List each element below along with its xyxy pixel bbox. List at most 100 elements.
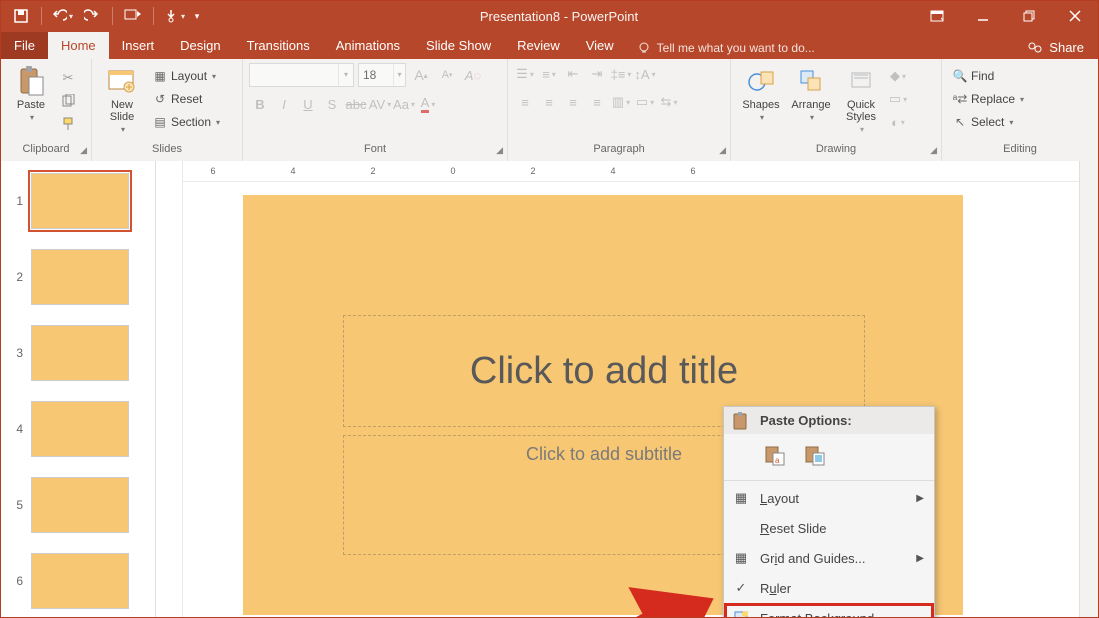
undo-icon[interactable]: ▾: [48, 1, 76, 31]
paste-options-row: a: [724, 434, 934, 478]
align-center-icon[interactable]: ≡: [538, 91, 560, 113]
section-button[interactable]: ▤Section▾: [148, 111, 224, 133]
tab-slide-show[interactable]: Slide Show: [413, 32, 504, 59]
paste-button[interactable]: Paste ▾: [7, 63, 55, 124]
context-grid-and-guides[interactable]: ▦ Grid and Guides... ▶: [724, 543, 934, 573]
restore-icon[interactable]: [1006, 1, 1052, 31]
context-format-background[interactable]: Format Background...: [724, 603, 934, 617]
quick-access-toolbar: ▾ ▾ ▾: [1, 1, 204, 31]
copy-icon[interactable]: [57, 90, 79, 112]
clear-formatting-icon[interactable]: A◌: [462, 64, 484, 86]
paste-use-destination-theme-icon[interactable]: a: [760, 440, 790, 470]
smartart-icon[interactable]: ⇆▾: [658, 91, 680, 113]
chevron-down-icon[interactable]: ▾: [338, 64, 353, 86]
slide-thumbnail-pane[interactable]: 1 2 3 4 5 6: [1, 161, 156, 617]
font-size-input[interactable]: [359, 65, 393, 85]
justify-icon[interactable]: ≡: [586, 91, 608, 113]
thumbnail-slide-6[interactable]: 6: [1, 551, 155, 617]
check-icon: ✓: [732, 579, 750, 597]
paragraph-dialog-launcher-icon[interactable]: ◢: [719, 145, 726, 156]
touch-mouse-mode-icon[interactable]: ▾: [160, 1, 188, 31]
tab-view[interactable]: View: [573, 32, 627, 59]
tab-design[interactable]: Design: [167, 32, 233, 59]
shapes-button[interactable]: Shapes▾: [737, 63, 785, 124]
strikethrough-icon[interactable]: abc: [345, 93, 367, 115]
arrange-button[interactable]: Arrange▾: [787, 63, 835, 124]
thumbnail-slide-4[interactable]: 4: [1, 399, 155, 475]
tab-insert[interactable]: Insert: [109, 32, 168, 59]
change-case-icon[interactable]: Aa▾: [393, 93, 415, 115]
group-paragraph: ☰▾ ≡▾ ⇤ ⇥ ‡≡▾ ↕A▾ ≡ ≡ ≡ ≡ ▥▾ ▭▾ ⇆▾ Parag: [508, 59, 731, 161]
bold-icon[interactable]: B: [249, 93, 271, 115]
slide-canvas-area[interactable]: 6420246 Click to add title Click to add …: [183, 161, 1079, 617]
bullets-icon[interactable]: ☰▾: [514, 63, 536, 85]
layout-button[interactable]: ▦Layout▾: [148, 65, 224, 87]
group-drawing: Shapes▾ Arrange▾ Quick Styles▾ ◆▾ ▭▾ ◐▾ …: [731, 59, 942, 161]
context-ruler[interactable]: ✓ Ruler: [724, 573, 934, 603]
thumbnail-slide-1[interactable]: 1: [1, 171, 155, 247]
replace-button[interactable]: ᵃ⇄Replace▾: [948, 88, 1028, 110]
char-spacing-icon[interactable]: AV▾: [369, 93, 391, 115]
submenu-arrow-icon: ▶: [916, 553, 924, 564]
minimize-icon[interactable]: [960, 1, 1006, 31]
tell-me-search[interactable]: Tell me what you want to do...: [627, 41, 1018, 59]
decrease-font-icon[interactable]: A▾: [436, 64, 458, 86]
underline-icon[interactable]: U: [297, 93, 319, 115]
line-spacing-icon[interactable]: ‡≡▾: [610, 63, 632, 85]
share-button[interactable]: Share: [1017, 40, 1098, 59]
decrease-indent-icon[interactable]: ⇤: [562, 63, 584, 85]
format-painter-icon[interactable]: [57, 113, 79, 135]
increase-font-icon[interactable]: A▴: [410, 64, 432, 86]
paste-picture-icon[interactable]: [800, 440, 830, 470]
ribbon: Paste ▾ ✂ Clipboard◢ New Slide ▾: [1, 59, 1098, 162]
tab-home[interactable]: Home: [48, 32, 109, 59]
shape-outline-icon[interactable]: ▭▾: [887, 88, 909, 110]
context-menu: Paste Options: a ▦ Layout ▶ Reset Slide …: [723, 406, 935, 617]
select-button[interactable]: ↖Select▾: [948, 111, 1028, 133]
clipboard-icon: [732, 411, 752, 431]
italic-icon[interactable]: I: [273, 93, 295, 115]
font-color-icon[interactable]: A▾: [417, 93, 439, 115]
cut-icon[interactable]: ✂: [57, 67, 79, 89]
align-right-icon[interactable]: ≡: [562, 91, 584, 113]
thumbnail-slide-5[interactable]: 5: [1, 475, 155, 551]
tab-animations[interactable]: Animations: [323, 32, 413, 59]
columns-icon[interactable]: ▥▾: [610, 91, 632, 113]
reset-button[interactable]: ↺Reset: [148, 88, 224, 110]
drawing-dialog-launcher-icon[interactable]: ◢: [930, 145, 937, 156]
thumbnail-slide-2[interactable]: 2: [1, 247, 155, 323]
tab-file[interactable]: File: [1, 32, 48, 59]
close-icon[interactable]: [1052, 1, 1098, 31]
increase-indent-icon[interactable]: ⇥: [586, 63, 608, 85]
shadow-icon[interactable]: S: [321, 93, 343, 115]
tab-transitions[interactable]: Transitions: [234, 32, 323, 59]
align-left-icon[interactable]: ≡: [514, 91, 536, 113]
chevron-down-icon[interactable]: ▾: [393, 64, 405, 86]
new-slide-button[interactable]: New Slide ▾: [98, 63, 146, 136]
font-family-input[interactable]: [250, 65, 338, 85]
clipboard-dialog-launcher-icon[interactable]: ◢: [80, 145, 87, 156]
save-icon[interactable]: [7, 1, 35, 31]
start-from-beginning-icon[interactable]: [119, 1, 147, 31]
text-direction-icon[interactable]: ↕A▾: [634, 63, 656, 85]
qat-customize-icon[interactable]: ▾: [190, 1, 204, 31]
shape-fill-icon[interactable]: ◆▾: [887, 65, 909, 87]
font-size-combo[interactable]: ▾: [358, 63, 406, 87]
thumbnail-slide-3[interactable]: 3: [1, 323, 155, 399]
numbering-icon[interactable]: ≡▾: [538, 63, 560, 85]
context-layout[interactable]: ▦ Layout ▶: [724, 483, 934, 513]
tab-review[interactable]: Review: [504, 32, 573, 59]
vertical-scrollbar[interactable]: [1079, 161, 1098, 617]
ribbon-tabs: File Home Insert Design Transitions Anim…: [1, 31, 1098, 59]
font-dialog-launcher-icon[interactable]: ◢: [496, 145, 503, 156]
ribbon-display-options-icon[interactable]: [914, 1, 960, 31]
context-menu-header: Paste Options:: [724, 407, 934, 434]
find-button[interactable]: 🔍Find: [948, 65, 1028, 87]
redo-icon[interactable]: [78, 1, 106, 31]
font-family-combo[interactable]: ▾: [249, 63, 354, 87]
align-text-icon[interactable]: ▭▾: [634, 91, 656, 113]
shape-effects-icon[interactable]: ◐▾: [887, 111, 909, 133]
group-font: ▾ ▾ A▴ A▾ A◌ B I U S abc AV▾ Aa▾ A▾ Font: [243, 59, 508, 161]
context-reset-slide[interactable]: Reset Slide: [724, 513, 934, 543]
quick-styles-button[interactable]: Quick Styles▾: [837, 63, 885, 136]
